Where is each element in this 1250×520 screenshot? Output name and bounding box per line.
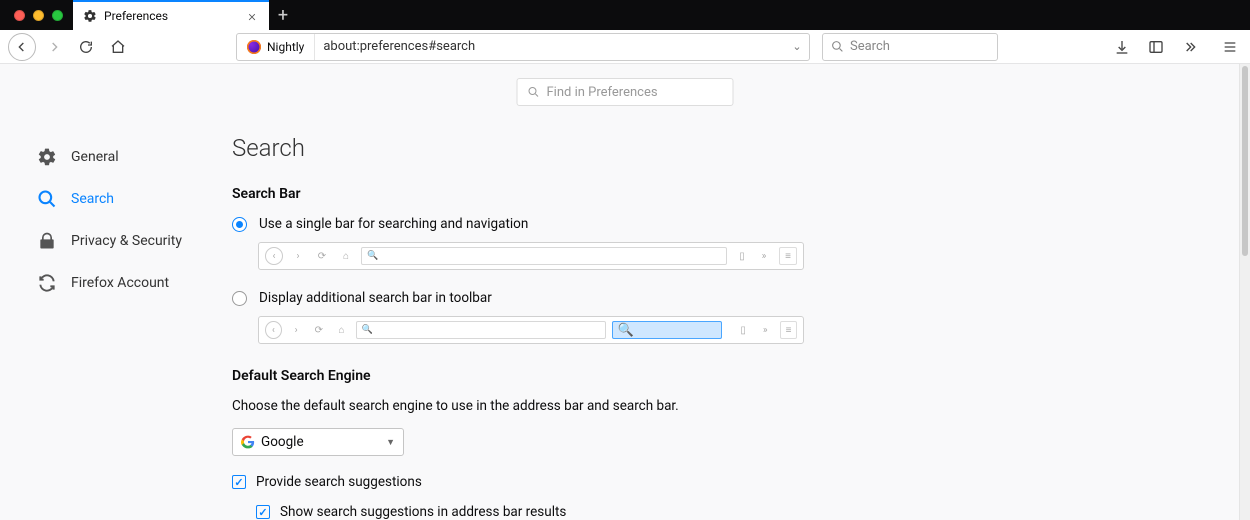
window-zoom-button[interactable] — [52, 10, 63, 21]
default-engine-desc: Choose the default search engine to use … — [232, 398, 766, 414]
category-privacy[interactable]: Privacy & Security — [34, 220, 202, 262]
radio-icon — [232, 291, 247, 306]
searchbar-single-option[interactable]: Use a single bar for searching and navig… — [232, 216, 766, 232]
urlbar-icon: 🔍 — [356, 321, 606, 339]
menu-icon: ≡ — [779, 247, 797, 265]
categories-sidebar: General Search Privacy & Security Firefo… — [0, 64, 216, 520]
tab-preferences[interactable]: Preferences × — [73, 0, 269, 30]
back-icon: ‹ — [265, 321, 282, 339]
content-scrollbar[interactable] — [1239, 64, 1250, 520]
default-engine-value: Google — [261, 434, 304, 450]
searchbox-placeholder: Search — [850, 39, 890, 54]
urlbar-dropdown-icon[interactable]: ⌄ — [785, 40, 809, 53]
gear-icon — [36, 146, 58, 168]
reload-button[interactable] — [72, 33, 100, 61]
chevron-down-icon: ▼ — [386, 437, 395, 448]
overflow-button[interactable] — [1178, 35, 1202, 59]
find-in-preferences-input[interactable]: Find in Preferences — [517, 78, 734, 106]
forward-icon: › — [289, 247, 307, 265]
overflow-icon: » — [756, 321, 774, 339]
tab-title: Preferences — [104, 9, 236, 23]
searchbar-single-diagram: ‹ › ⟳ ⌂ 🔍 ▯ » ≡ — [258, 242, 804, 270]
checkbox-icon: ✓ — [232, 475, 246, 489]
show-suggestions-addrbar-checkbox[interactable]: ✓ Show search suggestions in address bar… — [256, 504, 766, 520]
search-icon — [528, 86, 540, 98]
home-icon: ⌂ — [333, 321, 350, 339]
search-icon — [36, 188, 58, 210]
nav-toolbar: Nightly about:preferences#search ⌄ Searc… — [0, 30, 1250, 64]
searchbar-heading: Search Bar — [232, 186, 766, 202]
tab-close-button[interactable]: × — [243, 7, 261, 25]
new-tab-button[interactable]: + — [269, 0, 297, 30]
page-title: Search — [232, 134, 766, 162]
category-account[interactable]: Firefox Account — [34, 262, 202, 304]
menu-icon: ≡ — [780, 321, 797, 339]
checkbox-label: Provide search suggestions — [256, 474, 422, 490]
searchbar-separate-diagram: ‹ › ⟳ ⌂ 🔍 🔍 ▯ » ≡ — [258, 316, 804, 344]
firefox-nightly-icon — [247, 40, 261, 54]
category-label: Search — [71, 191, 114, 207]
reload-icon: ⟳ — [313, 247, 331, 265]
tab-strip: Preferences × + — [0, 0, 1250, 30]
home-icon: ⌂ — [337, 247, 355, 265]
sidebar-icon: ▯ — [734, 321, 752, 339]
default-engine-select[interactable]: Google ▼ — [232, 428, 404, 456]
hamburger-menu-button[interactable] — [1218, 35, 1242, 59]
scrollbar-thumb[interactable] — [1242, 66, 1248, 256]
preferences-content: Find in Preferences General Search Priva… — [0, 64, 1250, 520]
back-button[interactable] — [8, 33, 36, 61]
url-bar[interactable]: Nightly about:preferences#search ⌄ — [236, 33, 810, 61]
downloads-button[interactable] — [1110, 35, 1134, 59]
radio-label: Use a single bar for searching and navig… — [259, 216, 528, 232]
category-label: Privacy & Security — [71, 233, 182, 249]
category-search[interactable]: Search — [34, 178, 202, 220]
searchbar-highlight-icon: 🔍 — [612, 321, 722, 339]
provide-suggestions-checkbox[interactable]: ✓ Provide search suggestions — [232, 474, 766, 490]
forward-icon: › — [288, 321, 305, 339]
google-icon — [241, 435, 255, 449]
category-general[interactable]: General — [34, 136, 202, 178]
identity-label: Nightly — [267, 40, 304, 54]
find-placeholder: Find in Preferences — [547, 85, 658, 100]
url-text: about:preferences#search — [315, 39, 785, 54]
forward-button[interactable] — [40, 33, 68, 61]
category-label: Firefox Account — [71, 275, 169, 291]
toolbar-search-box[interactable]: Search — [822, 33, 998, 61]
urlbar-icon: 🔍 — [361, 247, 727, 265]
gear-icon — [83, 9, 97, 23]
overflow-icon: » — [755, 247, 773, 265]
checkbox-icon: ✓ — [256, 505, 270, 519]
window-close-button[interactable] — [14, 10, 25, 21]
searchbar-separate-option[interactable]: Display additional search bar in toolbar — [232, 290, 766, 306]
reload-icon: ⟳ — [311, 321, 328, 339]
checkbox-label: Show search suggestions in address bar r… — [280, 504, 566, 520]
window-minimize-button[interactable] — [33, 10, 44, 21]
sync-icon — [36, 272, 58, 294]
sidebar-button[interactable] — [1144, 35, 1168, 59]
main-pane: Search Search Bar Use a single bar for s… — [216, 64, 796, 520]
category-label: General — [71, 149, 119, 165]
window-controls — [6, 0, 73, 30]
radio-label: Display additional search bar in toolbar — [259, 290, 492, 306]
default-engine-heading: Default Search Engine — [232, 368, 766, 384]
back-icon: ‹ — [265, 247, 283, 265]
home-button[interactable] — [104, 33, 132, 61]
lock-icon — [36, 230, 58, 252]
identity-box[interactable]: Nightly — [237, 34, 315, 60]
sidebar-icon: ▯ — [733, 247, 751, 265]
search-icon — [831, 40, 844, 53]
radio-icon — [232, 217, 247, 232]
